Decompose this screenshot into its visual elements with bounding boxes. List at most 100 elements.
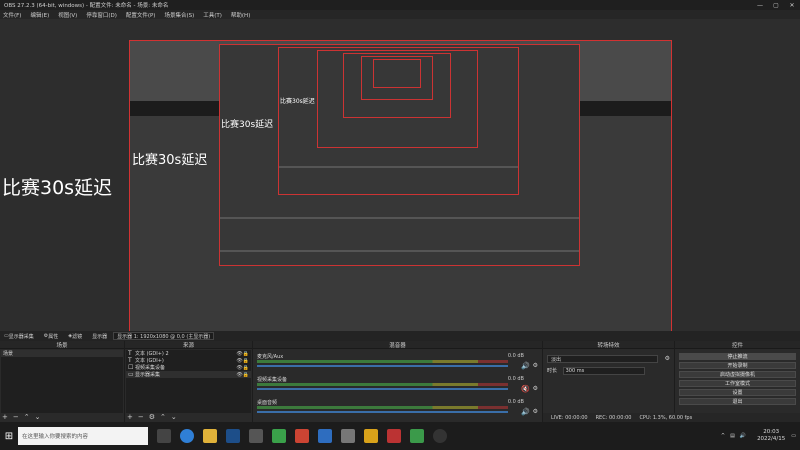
source-item[interactable]: T 文本 (GDI+) 2 👁🔒 <box>126 350 251 357</box>
gear-icon[interactable]: ⚙ <box>533 362 538 369</box>
volume-icon[interactable]: 🔊 <box>740 433 746 439</box>
menu-help[interactable]: 帮助(H) <box>231 11 250 19</box>
nested-preview-5 <box>361 56 433 100</box>
gear-icon[interactable]: ⚙ <box>149 413 155 421</box>
gear-icon[interactable]: ⚙ <box>533 408 538 415</box>
app-icon[interactable] <box>295 429 309 443</box>
speaker-icon[interactable]: 🔊 <box>521 408 530 416</box>
wechat-icon[interactable] <box>272 429 286 443</box>
system-tray: ^ ▤ 🔊 20:03 2022/4/15 ▭ <box>721 429 800 443</box>
tray-chevron-icon[interactable]: ^ <box>721 433 725 439</box>
volume-slider[interactable] <box>257 411 508 413</box>
overlay-text-small: 比赛30s延迟 <box>221 120 274 130</box>
taskbar-search[interactable]: 在这里输入你要搜索的内容 <box>18 427 148 445</box>
edge-icon[interactable] <box>180 429 194 443</box>
source-toolbar: ▭ 显示器采集 ⚙ 属性 ◈ 滤镜 显示器 显示器 1: 1920x1080 @… <box>0 331 800 341</box>
app-icon[interactable] <box>318 429 332 443</box>
channel-db: 0.0 dB <box>507 376 524 382</box>
properties-button[interactable]: ⚙ 属性 <box>44 333 59 340</box>
source-name: ▭ 显示器采集 <box>4 333 34 340</box>
mixer-channel: 视频采集设备 0.0 dB 🔇 ⚙ <box>257 376 538 394</box>
channel-db: 0.0 dB <box>507 399 524 405</box>
add-icon[interactable]: + <box>127 413 133 421</box>
source-item[interactable]: ☐ 视频采集设备 👁🔒 <box>126 364 251 371</box>
menu-tools[interactable]: 工具(T) <box>203 11 222 19</box>
volume-meter <box>257 383 508 386</box>
remove-icon[interactable]: − <box>138 413 144 421</box>
menu-scene-collection[interactable]: 场景集合(S) <box>164 11 194 19</box>
remove-icon[interactable]: − <box>13 413 19 421</box>
volume-meter <box>257 406 508 409</box>
source-item[interactable]: T 文本 (GDI+) 👁🔒 <box>126 357 251 364</box>
transitions-header: 转场特效 <box>543 341 674 349</box>
nested-preview-2: 比赛30s延迟 <box>278 47 519 195</box>
move-up-icon[interactable]: ⌃ <box>24 413 30 421</box>
visibility-lock-icons[interactable]: 👁🔒 <box>236 372 249 378</box>
overlay-text-medium: 比赛30s延迟 <box>132 153 208 168</box>
menu-edit[interactable]: 编辑(E) <box>30 11 49 19</box>
scenes-dock: 场景 场景 + − ⌃ ⌄ <box>0 341 125 422</box>
display-select[interactable]: 显示器 1: 1920x1080 @ 0,0 (主显示器) <box>113 332 215 340</box>
steam-icon[interactable] <box>226 429 240 443</box>
move-up-icon[interactable]: ⌃ <box>160 413 166 421</box>
sources-dock: 来源 T 文本 (GDI+) 2 👁🔒 T 文本 (GDI+) 👁🔒 ☐ 视频采集设备 👁🔒… <box>125 341 253 422</box>
transition-select[interactable]: 淡出 <box>547 355 658 363</box>
app-icon[interactable] <box>410 429 424 443</box>
duration-input[interactable]: 300 ms <box>562 367 645 375</box>
source-item[interactable]: ▭ 显示器采集 👁🔒 <box>126 371 251 378</box>
controls-header: 控件 <box>675 341 800 349</box>
filters-button[interactable]: ◈ 滤镜 <box>68 333 82 340</box>
taskbar: ⊞ 在这里输入你要搜索的内容 ^ ▤ 🔊 20:03 2022/4/15 ▭ <box>0 422 800 450</box>
speaker-muted-icon[interactable]: 🔇 <box>521 385 530 393</box>
folder-icon[interactable] <box>203 429 217 443</box>
gear-icon[interactable]: ⚙ <box>665 355 670 362</box>
nested-preview-4 <box>343 53 451 118</box>
move-down-icon[interactable]: ⌄ <box>171 413 177 421</box>
menu-file[interactable]: 文件(F) <box>3 11 21 19</box>
scenes-list: 场景 <box>1 350 123 413</box>
app-icon[interactable] <box>249 429 263 443</box>
minimize-button[interactable]: — <box>752 0 768 10</box>
preview-canvas[interactable]: 比赛30s延迟 比赛30s延迟 比赛30s延迟 <box>129 40 672 349</box>
visibility-lock-icons[interactable]: 👁🔒 <box>236 358 249 364</box>
overlay-text-large: 比赛30s延迟 <box>2 177 113 199</box>
volume-meter <box>257 360 508 363</box>
virtual-camera-button[interactable]: 启动虚拟摄像机 <box>679 371 796 378</box>
rec-status: REC: 00:00:00 <box>595 414 632 421</box>
visibility-lock-icons[interactable]: 👁🔒 <box>236 351 249 357</box>
title-bar: OBS 27.2.3 (64-bit, windows) - 配置文件: 未命名… <box>0 0 800 10</box>
move-down-icon[interactable]: ⌄ <box>35 413 41 421</box>
maximize-button[interactable]: ▢ <box>768 0 784 10</box>
gear-icon[interactable]: ⚙ <box>533 385 538 392</box>
settings-button[interactable]: 设置 <box>679 389 796 396</box>
add-icon[interactable]: + <box>2 413 8 421</box>
menu-docks[interactable]: 停靠窗口(D) <box>86 11 117 19</box>
scenes-header: 场景 <box>0 341 124 349</box>
channel-db: 0.0 dB <box>507 353 524 359</box>
windows-start-icon[interactable]: ⊞ <box>0 422 18 450</box>
app-icon[interactable] <box>364 429 378 443</box>
visibility-lock-icons[interactable]: 👁🔒 <box>236 365 249 371</box>
start-recording-button[interactable]: 开始录制 <box>679 362 796 369</box>
menu-profile[interactable]: 配置文件(P) <box>126 11 156 19</box>
nested-preview-1: 比赛30s延迟 比赛30s延迟 <box>219 44 580 266</box>
app-icon[interactable] <box>341 429 355 443</box>
notification-icon[interactable]: ▭ <box>791 433 796 439</box>
clock[interactable]: 20:03 2022/4/15 <box>757 429 785 443</box>
speaker-icon[interactable]: 🔊 <box>521 362 530 370</box>
menu-view[interactable]: 视图(V) <box>58 11 77 19</box>
close-button[interactable]: ✕ <box>784 0 800 10</box>
network-icon[interactable]: ▤ <box>730 433 735 439</box>
scene-item[interactable]: 场景 <box>1 350 123 357</box>
app-icon[interactable] <box>387 429 401 443</box>
exit-button[interactable]: 退出 <box>679 398 796 405</box>
volume-slider[interactable] <box>257 365 508 367</box>
studio-mode-button[interactable]: 工作室模式 <box>679 380 796 387</box>
volume-slider[interactable] <box>257 388 508 390</box>
transitions-dock: 转场特效 淡出 ⚙ 时长 300 ms <box>543 341 675 422</box>
sources-list: T 文本 (GDI+) 2 👁🔒 T 文本 (GDI+) 👁🔒 ☐ 视频采集设备 👁🔒 ▭ 显… <box>126 350 251 413</box>
task-view-icon[interactable] <box>157 429 171 443</box>
cpu-status: CPU: 1.3%, 60.00 fps <box>639 414 693 421</box>
stop-streaming-button[interactable]: 停止推流 <box>679 353 796 360</box>
obs-icon[interactable] <box>433 429 447 443</box>
